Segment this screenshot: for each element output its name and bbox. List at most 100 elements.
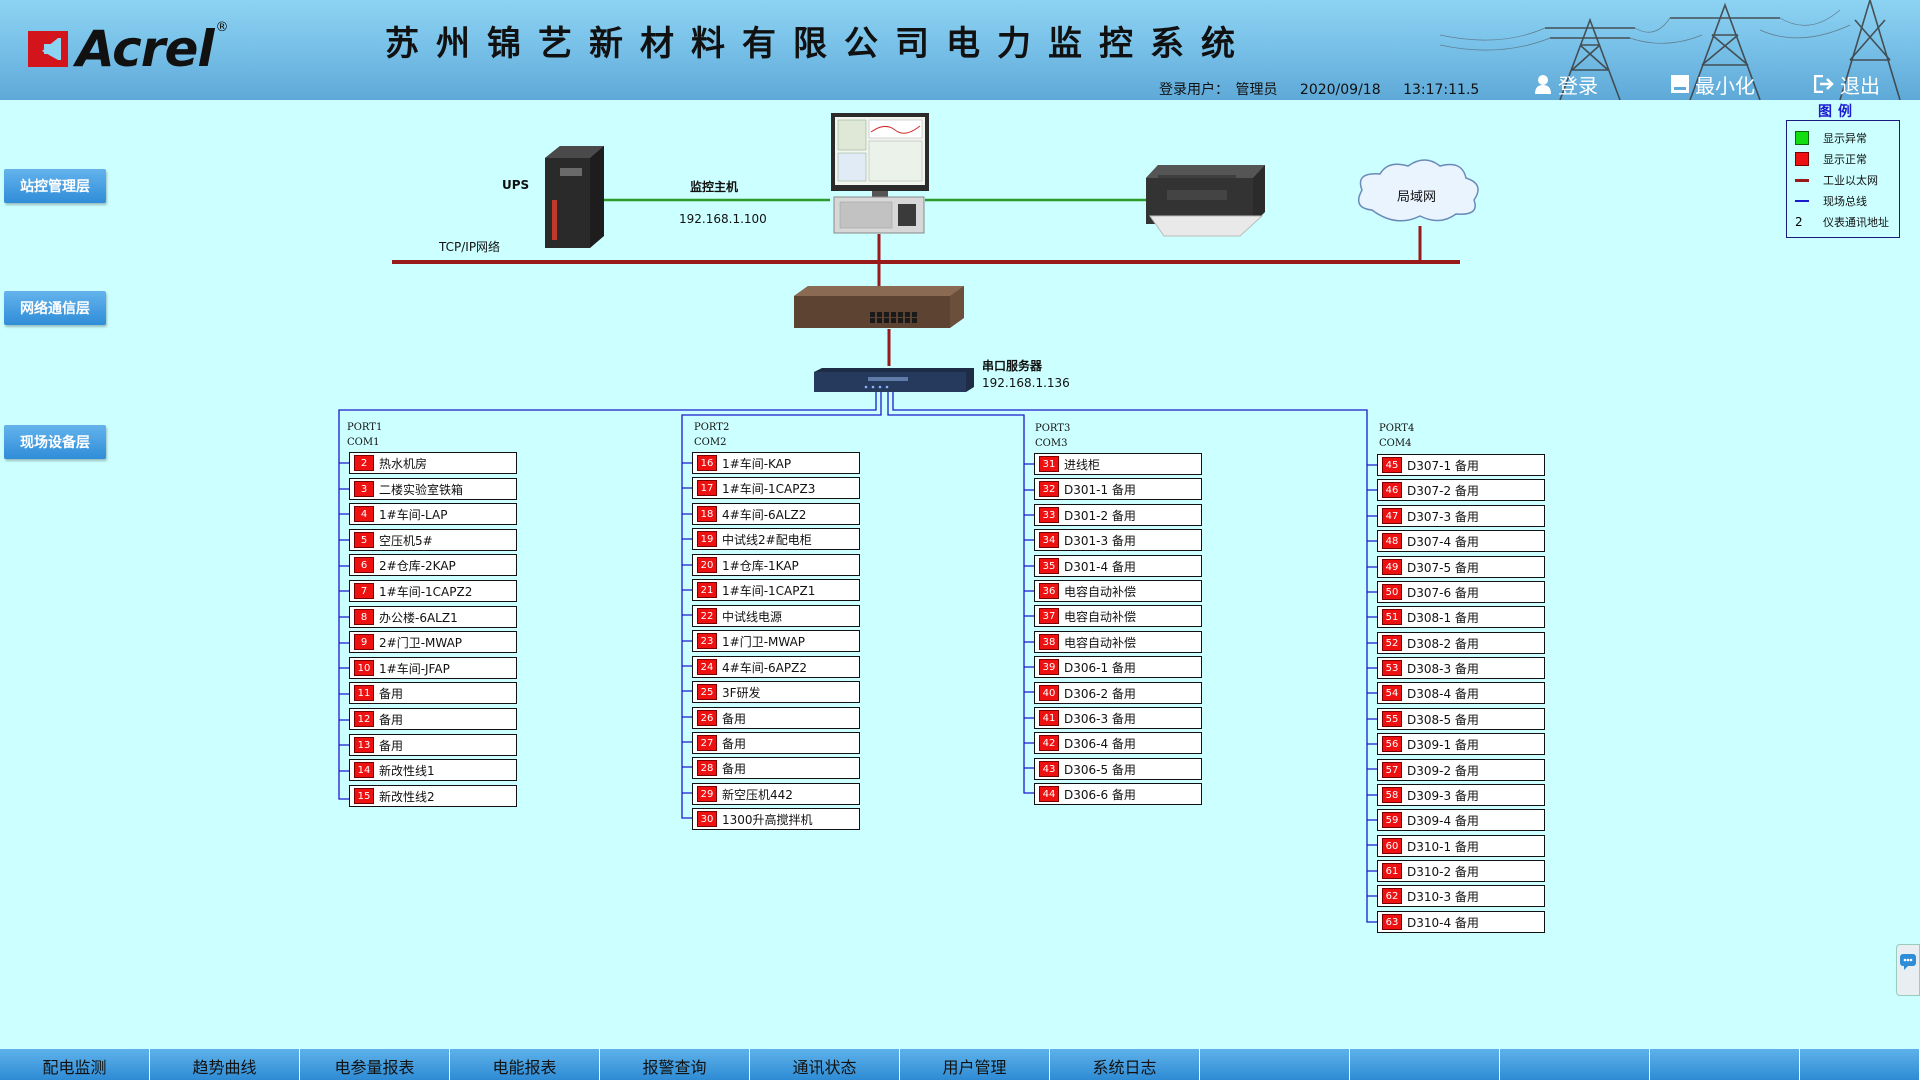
nav-tab-distribution-monitoring[interactable]: 配电监测 [0,1049,150,1080]
serial-server-icon[interactable] [814,368,974,392]
device-item[interactable]: 26 备用 [692,707,860,729]
ethernet-switch-icon[interactable] [794,286,964,328]
device-item[interactable]: 11 备用 [349,682,517,704]
device-item[interactable]: 23 1#门卫-MWAP [692,630,860,652]
nav-tab-user-management[interactable]: 用户管理 [900,1049,1050,1080]
device-item[interactable]: 56 D309-1 备用 [1377,733,1545,755]
device-name: 新改性线1 [379,763,435,778]
device-name: 电容自动补偿 [1064,584,1137,599]
device-status-address: 25 [697,684,717,700]
monitoring-host-computer-icon[interactable] [831,113,929,234]
nav-tab-empty[interactable] [1200,1049,1350,1080]
device-item[interactable]: 33 D301-2 备用 [1034,504,1202,526]
device-name: D307-2 备用 [1407,483,1479,498]
device-status-address: 5 [354,532,374,548]
device-item[interactable]: 39 D306-1 备用 [1034,656,1202,678]
device-item[interactable]: 57 D309-2 备用 [1377,759,1545,781]
nav-tab-empty[interactable] [1500,1049,1650,1080]
device-item[interactable]: 21 1#车间-1CAPZ1 [692,579,860,601]
tcpip-label: TCP/IP网络 [439,240,501,254]
nav-tab-empty[interactable] [1350,1049,1500,1080]
device-item[interactable]: 43 D306-5 备用 [1034,758,1202,780]
remote-assist-widget[interactable] [1896,944,1920,996]
device-item[interactable]: 24 4#车间-6APZ2 [692,656,860,678]
device-item[interactable]: 63 D310-4 备用 [1377,911,1545,933]
device-item[interactable]: 2 热水机房 [349,452,517,474]
nav-tab-system-log[interactable]: 系统日志 [1050,1049,1200,1080]
device-status-address: 10 [354,660,374,676]
device-name: D306-4 备用 [1064,736,1136,751]
device-item[interactable]: 29 新空压机442 [692,783,860,805]
device-item[interactable]: 41 D306-3 备用 [1034,707,1202,729]
device-name: D308-4 备用 [1407,686,1479,701]
device-item[interactable]: 32 D301-1 备用 [1034,478,1202,500]
device-item[interactable]: 16 1#车间-KAP [692,452,860,474]
device-status-address: 8 [354,609,374,625]
serial-server-label: 串口服务器 [982,359,1043,373]
device-item[interactable]: 50 D307-6 备用 [1377,581,1545,603]
device-status-address: 45 [1382,457,1402,473]
device-item[interactable]: 19 中试线2#配电柜 [692,528,860,550]
nav-tab-parameter-report[interactable]: 电参量报表 [300,1049,450,1080]
device-item[interactable]: 18 4#车间-6ALZ2 [692,503,860,525]
device-item[interactable]: 34 D301-3 备用 [1034,529,1202,551]
device-item[interactable]: 22 中试线电源 [692,605,860,627]
device-status-address: 6 [354,557,374,573]
device-item[interactable]: 8 办公楼-6ALZ1 [349,606,517,628]
device-item[interactable]: 10 1#车间-JFAP [349,657,517,679]
device-item[interactable]: 42 D306-4 备用 [1034,732,1202,754]
device-item[interactable]: 36 电容自动补偿 [1034,580,1202,602]
device-item[interactable]: 49 D307-5 备用 [1377,556,1545,578]
device-item[interactable]: 54 D308-4 备用 [1377,682,1545,704]
device-item[interactable]: 62 D310-3 备用 [1377,885,1545,907]
device-item[interactable]: 46 D307-2 备用 [1377,479,1545,501]
device-item[interactable]: 30 1300升高搅拌机 [692,808,860,830]
device-item[interactable]: 35 D301-4 备用 [1034,555,1202,577]
printer-icon[interactable] [1146,165,1265,237]
device-item[interactable]: 55 D308-5 备用 [1377,708,1545,730]
device-item[interactable]: 4 1#车间-LAP [349,503,517,525]
device-status-address: 44 [1039,786,1059,802]
device-item[interactable]: 40 D306-2 备用 [1034,682,1202,704]
device-item[interactable]: 7 1#车间-1CAPZ2 [349,580,517,602]
device-name: D306-3 备用 [1064,711,1136,726]
device-item[interactable]: 9 2#门卫-MWAP [349,631,517,653]
device-item[interactable]: 52 D308-2 备用 [1377,632,1545,654]
device-status-address: 48 [1382,533,1402,549]
device-item[interactable]: 31 进线柜 [1034,453,1202,475]
device-item[interactable]: 13 备用 [349,734,517,756]
device-item[interactable]: 47 D307-3 备用 [1377,505,1545,527]
device-item[interactable]: 44 D306-6 备用 [1034,783,1202,805]
device-item[interactable]: 25 3F研发 [692,681,860,703]
nav-tab-energy-report[interactable]: 电能报表 [450,1049,600,1080]
device-item[interactable]: 60 D310-1 备用 [1377,835,1545,857]
device-item[interactable]: 12 备用 [349,708,517,730]
device-item[interactable]: 51 D308-1 备用 [1377,606,1545,628]
device-item[interactable]: 27 备用 [692,732,860,754]
device-name: 备用 [379,686,404,701]
device-item[interactable]: 28 备用 [692,757,860,779]
device-item[interactable]: 53 D308-3 备用 [1377,657,1545,679]
nav-tab-alarm-query[interactable]: 报警查询 [600,1049,750,1080]
ups-device-icon[interactable] [545,146,604,248]
nav-tab-empty[interactable] [1800,1049,1920,1080]
device-item[interactable]: 14 新改性线1 [349,759,517,781]
device-item[interactable]: 20 1#仓库-1KAP [692,554,860,576]
device-item[interactable]: 61 D310-2 备用 [1377,860,1545,882]
device-item[interactable]: 6 2#仓库-2KAP [349,554,517,576]
device-item[interactable]: 48 D307-4 备用 [1377,530,1545,552]
nav-tab-empty[interactable] [1650,1049,1800,1080]
device-item[interactable]: 17 1#车间-1CAPZ3 [692,477,860,499]
device-item[interactable]: 15 新改性线2 [349,785,517,807]
device-name: D306-2 备用 [1064,686,1136,701]
device-item[interactable]: 45 D307-1 备用 [1377,454,1545,476]
device-item[interactable]: 37 电容自动补偿 [1034,605,1202,627]
device-item[interactable]: 59 D309-4 备用 [1377,809,1545,831]
device-name: D309-1 备用 [1407,737,1479,752]
device-item[interactable]: 38 电容自动补偿 [1034,631,1202,653]
nav-tab-trend-curve[interactable]: 趋势曲线 [150,1049,300,1080]
device-item[interactable]: 58 D309-3 备用 [1377,784,1545,806]
nav-tab-communication-status[interactable]: 通讯状态 [750,1049,900,1080]
device-item[interactable]: 5 空压机5# [349,529,517,551]
device-item[interactable]: 3 二楼实验室铁箱 [349,478,517,500]
